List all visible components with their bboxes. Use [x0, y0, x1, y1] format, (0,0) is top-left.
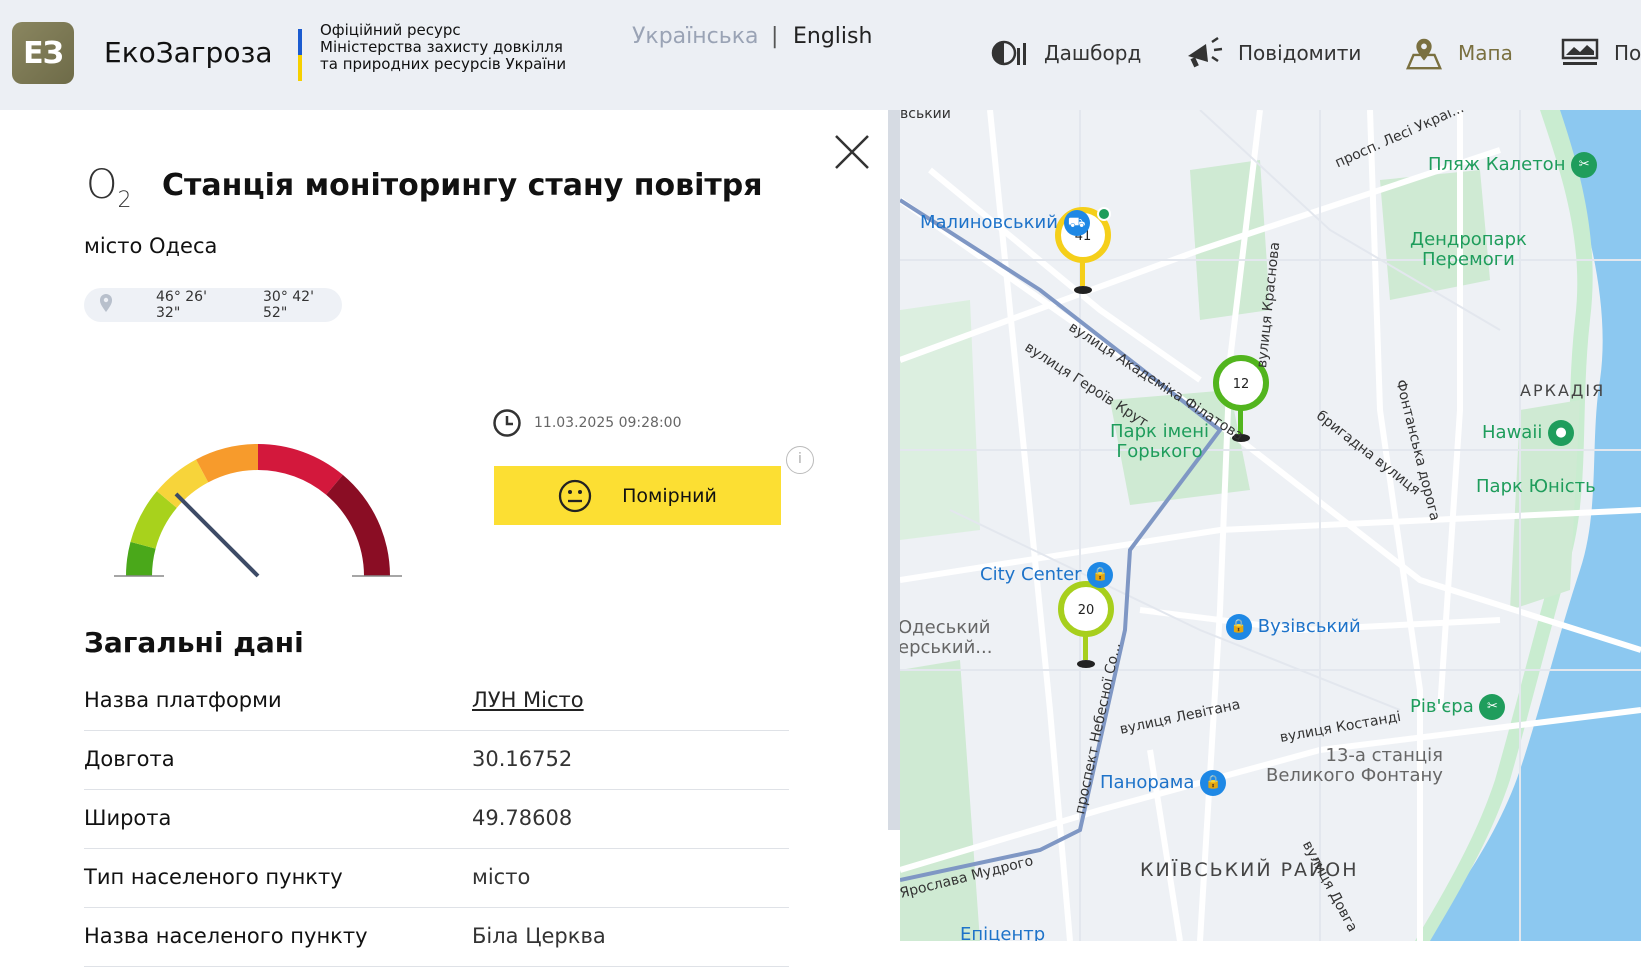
city-name: місто Одеса — [84, 234, 218, 258]
poi-label[interactable]: Пляж Калетон ✂ — [1428, 152, 1598, 178]
poi-label[interactable]: Малиновський ⛟ — [920, 210, 1090, 236]
poi-label[interactable]: Рів'єра ✂ — [1410, 694, 1506, 720]
nav-label: Мапа — [1458, 41, 1513, 65]
gauge-segment — [196, 444, 258, 483]
row-key: Назва платформи — [84, 688, 282, 712]
poi-label[interactable]: Одеський ерський... — [900, 618, 992, 658]
lang-ukrainian-link[interactable]: Українська — [632, 24, 758, 49]
official-resource-text: Офіційний ресурс Міністерства захисту до… — [320, 21, 567, 73]
table-row: Довгота 30.16752 — [84, 731, 789, 790]
logo[interactable]: ЕЗ — [12, 22, 74, 84]
nav-more[interactable]: По — [1560, 36, 1641, 70]
latitude-dms: 46° 26' 32" — [156, 289, 207, 321]
shopping-bag-icon: 🔒 — [1200, 770, 1227, 796]
timestamp-text: 11.03.2025 09:28:00 — [534, 415, 682, 431]
row-value: 49.78608 — [472, 806, 573, 830]
ukraine-flag-bar — [298, 29, 302, 81]
top-header: ЕЗ ЕкоЗагроза Офіційний ресурс Міністерс… — [0, 0, 1641, 110]
row-value: місто — [472, 865, 531, 889]
megaphone-icon — [1184, 36, 1224, 70]
poi-label[interactable]: Дендропарк Перемоги — [1410, 230, 1527, 270]
neutral-face-icon — [558, 479, 592, 512]
gauge-segment — [258, 444, 343, 495]
marker-value: 20 — [1078, 603, 1095, 618]
location-pin-icon — [98, 293, 114, 317]
coordinates-badge: 46° 26' 32" 30° 42' 52" — [84, 288, 342, 322]
row-key: Назва населеного пункту — [84, 924, 368, 948]
nav-report[interactable]: Повідомити — [1184, 36, 1361, 70]
page-title: Станція моніторингу стану повітря — [162, 168, 763, 203]
shopping-bag-icon: 🔒 — [1087, 562, 1114, 588]
nav-label: Дашборд — [1044, 41, 1142, 65]
place-icon: ● — [1548, 420, 1575, 446]
clock-icon — [493, 409, 521, 437]
row-value: Біла Церква — [472, 924, 606, 948]
measurement-time: 11.03.2025 09:28:00 — [492, 408, 682, 438]
poi-label[interactable]: 🔒 Вузівський — [1226, 614, 1361, 640]
dashboard-icon — [990, 36, 1030, 70]
poi-label[interactable]: Парк імені Горького — [1110, 422, 1209, 462]
shopping-bag-icon: 🔒 — [1226, 614, 1252, 640]
lang-english-link[interactable]: English — [793, 24, 872, 49]
info-icon[interactable]: i — [786, 446, 814, 474]
marker-value: 12 — [1233, 377, 1250, 392]
row-key: Довгота — [84, 747, 175, 771]
panel-scrollbar[interactable] — [888, 110, 900, 830]
status-badge[interactable]: Помірний — [494, 466, 781, 525]
status-label: Помірний — [622, 484, 717, 507]
lang-separator: | — [771, 24, 779, 49]
row-key: Широта — [84, 806, 172, 830]
street-label: вський — [900, 110, 951, 122]
shop-icon: ⛟ — [1063, 210, 1090, 236]
poi-label[interactable]: Hawaii ● — [1482, 420, 1575, 446]
o2-icon: O2 — [86, 162, 132, 213]
table-row: Назва населеного пункту Біла Церква — [84, 908, 789, 967]
poi-label[interactable]: 13-а станція Великого Фонтану — [1266, 746, 1443, 786]
map-view[interactable]: 41 12 20 Малиновський ⛟ Пляж Калетон ✂ Д… — [900, 110, 1641, 941]
nav-label: По — [1614, 41, 1641, 65]
table-row: Широта 49.78608 — [84, 790, 789, 849]
gauge-needle — [174, 492, 260, 578]
poi-label[interactable]: Епіцентр — [960, 924, 1045, 941]
gauge-segment — [326, 474, 390, 576]
general-data-heading: Загальні дані — [84, 626, 304, 659]
poi-label[interactable]: Панорама 🔒 — [1100, 770, 1227, 796]
row-key: Тип населеного пункту — [84, 865, 343, 889]
air-quality-gauge — [88, 408, 428, 584]
table-row: Тип населеного пункту місто — [84, 849, 789, 908]
brand-name[interactable]: ЕкоЗагроза — [104, 36, 273, 69]
poi-label[interactable]: City Center 🔒 — [980, 562, 1114, 588]
beach-icon: ✂ — [1571, 152, 1598, 178]
nav-map[interactable]: Мапа — [1404, 36, 1513, 70]
nav-dashboard[interactable]: Дашборд — [990, 36, 1141, 70]
poi-label[interactable]: Парк Юність — [1476, 476, 1596, 497]
table-row: Назва платформи ЛУН Місто — [84, 672, 789, 731]
map-icon — [1404, 36, 1444, 70]
beach-icon: ✂ — [1479, 694, 1506, 720]
monitor-icon — [1560, 36, 1600, 70]
district-label: АРКАДІЯ — [1520, 381, 1606, 400]
platform-link[interactable]: ЛУН Місто — [472, 688, 584, 712]
nav-label: Повідомити — [1238, 41, 1362, 65]
row-value: 30.16752 — [472, 747, 573, 771]
longitude-dms: 30° 42' 52" — [263, 289, 314, 321]
close-icon[interactable] — [832, 132, 872, 172]
